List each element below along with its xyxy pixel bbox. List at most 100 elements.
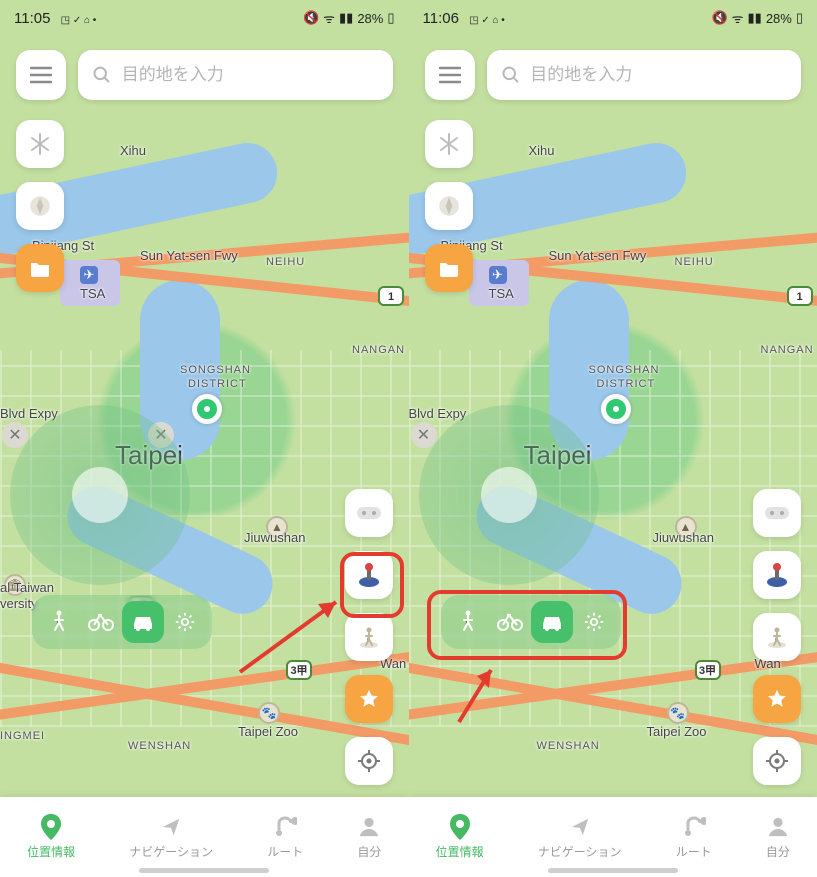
mode-settings[interactable] bbox=[573, 601, 615, 643]
favorites-tool[interactable] bbox=[753, 675, 801, 723]
route-icon bbox=[682, 815, 706, 839]
status-time: 11:06 ◳ ✓ ⌂ • bbox=[423, 10, 505, 27]
mode-bar[interactable] bbox=[32, 595, 212, 649]
walk3d-tool[interactable] bbox=[345, 613, 393, 661]
current-location-dot bbox=[601, 394, 631, 424]
mode-bike[interactable] bbox=[489, 601, 531, 643]
poi-university: 🏛 bbox=[4, 574, 26, 596]
locate-tool[interactable] bbox=[753, 737, 801, 785]
joystick-icon bbox=[764, 562, 790, 588]
signal-icon: ▮▮ bbox=[339, 10, 353, 26]
joystick-alt-tool[interactable] bbox=[753, 551, 801, 599]
star-icon bbox=[766, 688, 788, 710]
gamepad-icon bbox=[764, 504, 790, 522]
status-time: 11:05 ◳ ✓ ⌂ • bbox=[14, 10, 96, 27]
status-right: 🔇 ᯤ ▮▮ 28% ▯ bbox=[303, 9, 395, 27]
mute-icon: 🔇 bbox=[303, 10, 319, 26]
mode-car[interactable] bbox=[122, 601, 164, 643]
walk-icon bbox=[458, 610, 478, 634]
label-neihu: NEIHU bbox=[266, 256, 305, 268]
joystick-alt-tool[interactable] bbox=[345, 551, 393, 599]
mute-icon: 🔇 bbox=[711, 10, 727, 26]
crosshair-icon bbox=[357, 749, 381, 773]
tab-label: ナビゲーション bbox=[538, 843, 622, 860]
snow-tool[interactable] bbox=[16, 120, 64, 168]
label-wenshan: WENSHAN bbox=[128, 740, 191, 752]
favorites-tool[interactable] bbox=[345, 675, 393, 723]
tab-label: 位置情報 bbox=[436, 843, 484, 860]
tab-bar: 位置情報 ナビゲーション ルート 自分 bbox=[409, 797, 817, 877]
locate-tool[interactable] bbox=[345, 737, 393, 785]
tab-route[interactable]: ルート bbox=[676, 815, 712, 860]
route-marker-a: ✕ bbox=[411, 422, 437, 448]
snow-tool[interactable] bbox=[425, 120, 473, 168]
virtual-joystick[interactable] bbox=[10, 405, 190, 585]
mode-settings[interactable] bbox=[164, 601, 206, 643]
wifi-icon: ᯤ bbox=[732, 9, 744, 27]
walk3d-tool[interactable] bbox=[753, 613, 801, 661]
search-bar[interactable] bbox=[487, 50, 802, 100]
label-xihu: Xihu bbox=[529, 143, 555, 158]
hamburger-icon bbox=[30, 66, 52, 84]
tab-label: ルート bbox=[267, 843, 303, 860]
current-location-dot bbox=[192, 394, 222, 424]
mode-bike[interactable] bbox=[80, 601, 122, 643]
compass-icon bbox=[27, 193, 53, 219]
battery-text: 28% bbox=[766, 11, 792, 26]
battery-icon: ▯ bbox=[796, 10, 803, 26]
gamepad-tool[interactable] bbox=[345, 489, 393, 537]
star-icon bbox=[358, 688, 380, 710]
tab-navigation[interactable]: ナビゲーション bbox=[538, 815, 622, 860]
folder-tool[interactable] bbox=[16, 244, 64, 292]
left-toolbar bbox=[425, 120, 473, 292]
pin-icon bbox=[448, 815, 472, 839]
gamepad-icon bbox=[356, 504, 382, 522]
search-input[interactable] bbox=[122, 65, 379, 85]
mode-walk[interactable] bbox=[447, 601, 489, 643]
gamepad-tool[interactable] bbox=[753, 489, 801, 537]
tab-bar: 位置情報 ナビゲーション ルート 自分 bbox=[0, 797, 409, 877]
tab-label: 自分 bbox=[357, 843, 381, 860]
mode-car[interactable] bbox=[531, 601, 573, 643]
car-icon bbox=[539, 612, 565, 632]
poi-jiuwushan: ▲ bbox=[266, 516, 288, 538]
car-icon bbox=[130, 612, 156, 632]
tab-location[interactable]: 位置情報 bbox=[436, 815, 484, 860]
tab-navigation[interactable]: ナビゲーション bbox=[129, 815, 213, 860]
status-right: 🔇 ᯤ ▮▮ 28% ▯ bbox=[711, 9, 803, 27]
snowflake-icon bbox=[28, 132, 52, 156]
person-icon bbox=[766, 815, 790, 839]
right-toolbar bbox=[345, 489, 393, 785]
tab-label: ナビゲーション bbox=[129, 843, 213, 860]
tab-route[interactable]: ルート bbox=[267, 815, 303, 860]
virtual-joystick[interactable] bbox=[419, 405, 599, 585]
bike-icon bbox=[88, 613, 114, 631]
road-shield-3b: 3甲 bbox=[695, 660, 721, 680]
compass-tool[interactable] bbox=[16, 182, 64, 230]
folder-tool[interactable] bbox=[425, 244, 473, 292]
menu-button[interactable] bbox=[425, 50, 475, 100]
airport-tsa bbox=[469, 260, 529, 306]
menu-button[interactable] bbox=[16, 50, 66, 100]
label-neihu: NEIHU bbox=[675, 256, 714, 268]
search-input[interactable] bbox=[530, 65, 787, 85]
snowflake-icon bbox=[437, 132, 461, 156]
search-bar[interactable] bbox=[78, 50, 393, 100]
road-shield-1: 1 bbox=[787, 286, 813, 306]
poi-jiuwushan: ▲ bbox=[675, 516, 697, 538]
crosshair-icon bbox=[765, 749, 789, 773]
mode-bar[interactable] bbox=[441, 595, 621, 649]
label-xihu: Xihu bbox=[120, 143, 146, 158]
wifi-icon: ᯤ bbox=[323, 9, 335, 27]
route-icon bbox=[273, 815, 297, 839]
pin-icon bbox=[39, 815, 63, 839]
left-toolbar bbox=[16, 120, 64, 292]
compass-tool[interactable] bbox=[425, 182, 473, 230]
nav-arrow-icon bbox=[568, 815, 592, 839]
tab-self[interactable]: 自分 bbox=[357, 815, 381, 860]
tab-location[interactable]: 位置情報 bbox=[27, 815, 75, 860]
hamburger-icon bbox=[439, 66, 461, 84]
mode-walk[interactable] bbox=[38, 601, 80, 643]
tab-self[interactable]: 自分 bbox=[766, 815, 790, 860]
road-shield-3b: 3甲 bbox=[286, 660, 312, 680]
